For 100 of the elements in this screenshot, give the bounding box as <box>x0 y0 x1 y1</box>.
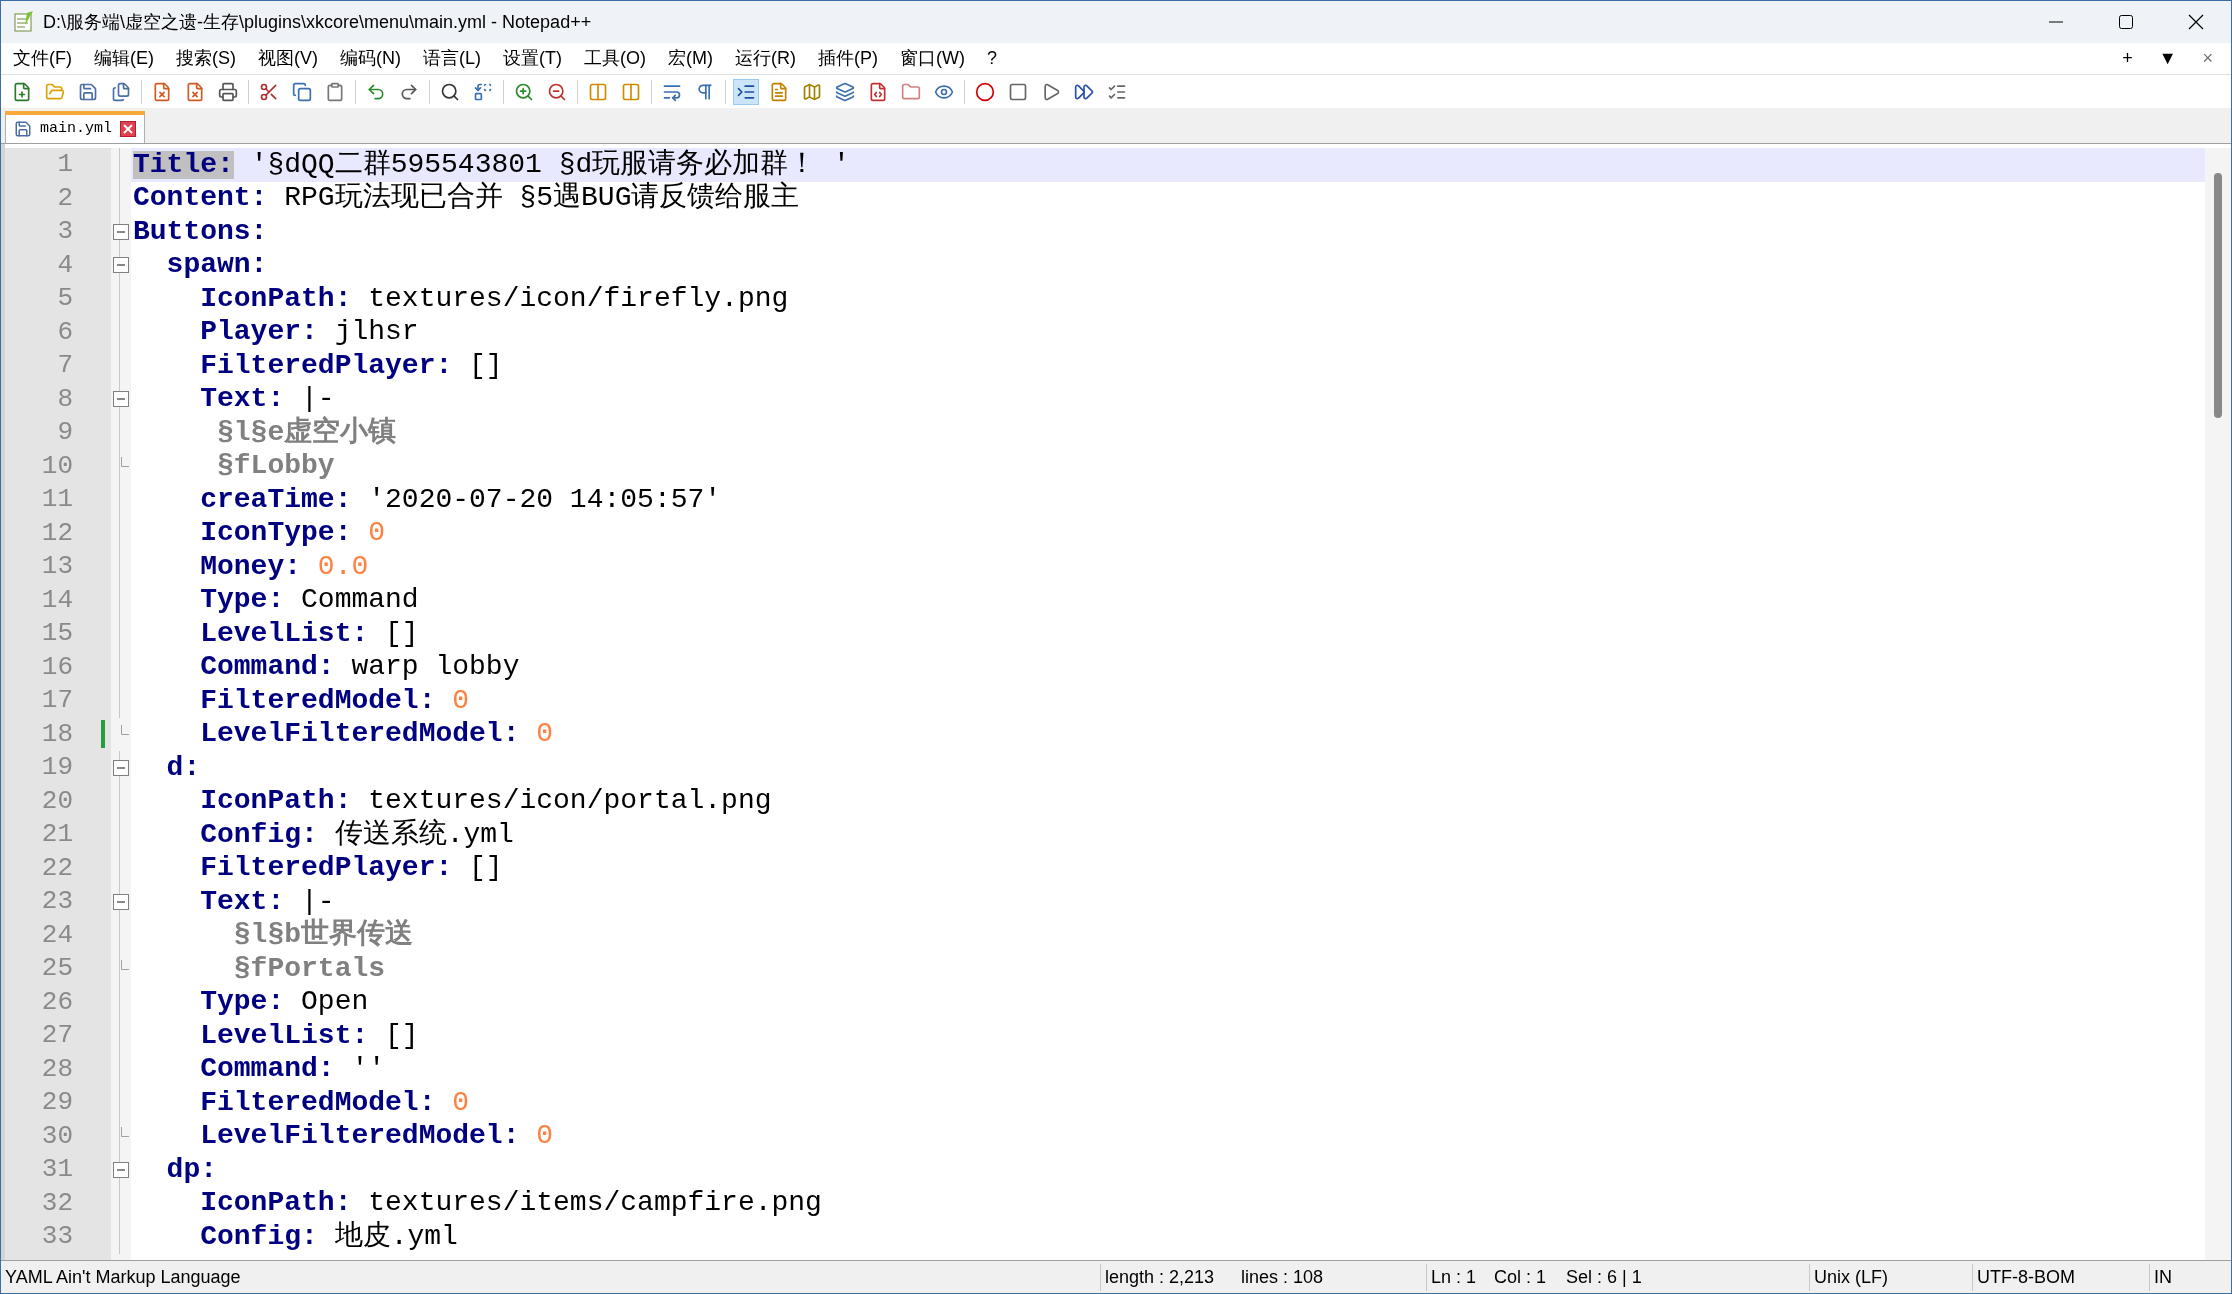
fold-end-icon <box>121 725 129 736</box>
fold-end-icon <box>121 959 129 970</box>
fold-minus-icon[interactable] <box>113 759 129 776</box>
code-line: §l§e虚空小镇 <box>216 416 398 450</box>
close-icon <box>2188 14 2204 30</box>
line-number: 32 <box>41 1186 73 1220</box>
line-number: 12 <box>41 516 73 550</box>
code-line: FilteredModel: 0 <box>199 1086 471 1120</box>
line-number: 31 <box>41 1153 73 1187</box>
menu-item[interactable]: 搜索(S) <box>168 44 244 73</box>
code-line: IconPath: textures/items/campfire.png <box>199 1186 823 1220</box>
file-tab[interactable]: main.yml <box>5 111 145 143</box>
code-line: Content: RPG玩法现已合并 §5遇BUG请反馈给服主 <box>132 181 801 215</box>
line-number: 18 <box>41 717 73 751</box>
line-number: 27 <box>41 1019 73 1053</box>
line-number: 23 <box>41 885 73 919</box>
line-number: 8 <box>57 382 73 416</box>
fold-minus-icon[interactable] <box>113 391 129 408</box>
menu-item[interactable]: 视图(V) <box>250 44 326 73</box>
close-icon[interactable] <box>120 121 136 137</box>
fold-minus-icon[interactable] <box>113 1161 129 1178</box>
status-lines: lines : 108 <box>1237 1263 1427 1291</box>
status-eol: Unix (LF) <box>1810 1263 1973 1291</box>
menu-bar-button[interactable]: + <box>2118 45 2137 72</box>
line-number: 21 <box>41 818 73 852</box>
code-line: Config: 传送系统.yml <box>199 818 515 852</box>
line-number: 20 <box>41 784 73 818</box>
line-number: 28 <box>41 1052 73 1086</box>
menu-item[interactable]: 窗口(W) <box>891 44 973 73</box>
menu-item[interactable]: 设置(T) <box>495 44 570 73</box>
status-length: length : 2,213 <box>1104 1265 1216 1289</box>
line-number: 25 <box>41 952 73 986</box>
status-encoding: UTF-8-BOM <box>1973 1263 2150 1291</box>
code-line: Buttons: <box>132 215 269 249</box>
code-line: Type: Command <box>199 583 420 617</box>
line-number: 24 <box>41 918 73 952</box>
status-mode: IN <box>2153 1265 2172 1289</box>
menu-item[interactable]: 文件(F) <box>5 44 80 73</box>
code-line: Text: |- <box>199 382 336 416</box>
line-number: 4 <box>57 248 73 282</box>
notepad-app-icon <box>13 11 35 33</box>
status-line: Ln : 1 <box>1430 1265 1478 1289</box>
code-line: LevelFilteredModel: 0 <box>199 717 555 751</box>
menu-item[interactable]: 运行(R) <box>726 44 804 73</box>
line-number: 13 <box>41 550 73 584</box>
code-line: creaTime: '2020-07-20 14:05:57' <box>199 483 723 517</box>
fold-end-icon <box>121 457 129 468</box>
code-line: dp: <box>165 1153 218 1187</box>
line-number: 1 <box>57 148 73 182</box>
code-line: FilteredPlayer: [] <box>199 851 504 885</box>
code-line: FilteredPlayer: [] <box>199 349 504 383</box>
line-number: 15 <box>41 617 73 651</box>
line-number: 5 <box>57 282 73 316</box>
maximize-icon <box>2118 14 2134 30</box>
code-line: Type: Open <box>199 985 370 1019</box>
line-number: 26 <box>41 985 73 1019</box>
menu-item[interactable]: ? <box>978 44 1005 73</box>
line-number: 29 <box>41 1086 73 1120</box>
line-number: 14 <box>41 583 73 617</box>
indent-guide-icon[interactable] <box>733 78 759 105</box>
code-line: Config: 地皮.yml <box>199 1220 459 1254</box>
code-line: IconPath: textures/icon/firefly.png <box>199 282 790 316</box>
menu-item[interactable]: 编码(N) <box>332 44 409 73</box>
menu-bar-button[interactable]: ▼ <box>2154 45 2181 72</box>
line-number: 10 <box>41 449 73 483</box>
line-number: 7 <box>57 349 73 383</box>
vertical-scrollbar[interactable] <box>2205 148 2231 1260</box>
code-line: Command: warp lobby <box>199 650 521 684</box>
line-number: 19 <box>41 751 73 785</box>
code-line: FilteredModel: 0 <box>199 684 471 718</box>
fold-minus-icon[interactable] <box>113 257 129 274</box>
save-icon <box>14 120 32 138</box>
menu-item[interactable]: 语言(L) <box>415 44 489 73</box>
line-number: 33 <box>41 1220 73 1254</box>
code-line: Text: |- <box>199 885 336 918</box>
line-number: 3 <box>57 215 73 249</box>
menu-item[interactable]: 宏(M) <box>659 44 721 73</box>
menu-item[interactable]: 编辑(E) <box>86 44 162 73</box>
window-title: D:\服务端\虚空之遗-生存\plugins\xkcore\menu\main.yml - Notepad++ <box>43 10 592 34</box>
change-marker <box>101 720 105 749</box>
menu-bar-button[interactable]: × <box>2198 45 2217 72</box>
fold-minus-icon[interactable] <box>113 893 129 910</box>
scrollbar-thumb[interactable] <box>2214 173 2222 418</box>
code-line: LevelFilteredModel: 0 <box>199 1119 555 1153</box>
code-line: d: <box>165 751 202 785</box>
line-number: 9 <box>57 416 73 450</box>
code-line: spawn: <box>165 248 269 282</box>
fold-end-icon <box>121 1127 129 1138</box>
code-line: §l§b世界传送 <box>232 918 415 952</box>
code-line: LevelList: [] <box>199 617 420 651</box>
code-line: Player: jlhsr <box>199 315 420 349</box>
fold-minus-icon[interactable] <box>113 223 129 240</box>
code-line: IconType: 0 <box>199 516 387 550</box>
line-number: 17 <box>41 684 73 718</box>
status-selection: Sel : 6 | 1 <box>1566 1263 1810 1291</box>
menu-item[interactable]: 工具(O) <box>575 44 654 73</box>
code-line: IconPath: textures/icon/portal.png <box>199 784 773 818</box>
code-line: §fLobby <box>216 449 336 483</box>
menu-item[interactable]: 插件(P) <box>809 44 886 73</box>
code-line: Money: 0.0 <box>199 550 370 584</box>
